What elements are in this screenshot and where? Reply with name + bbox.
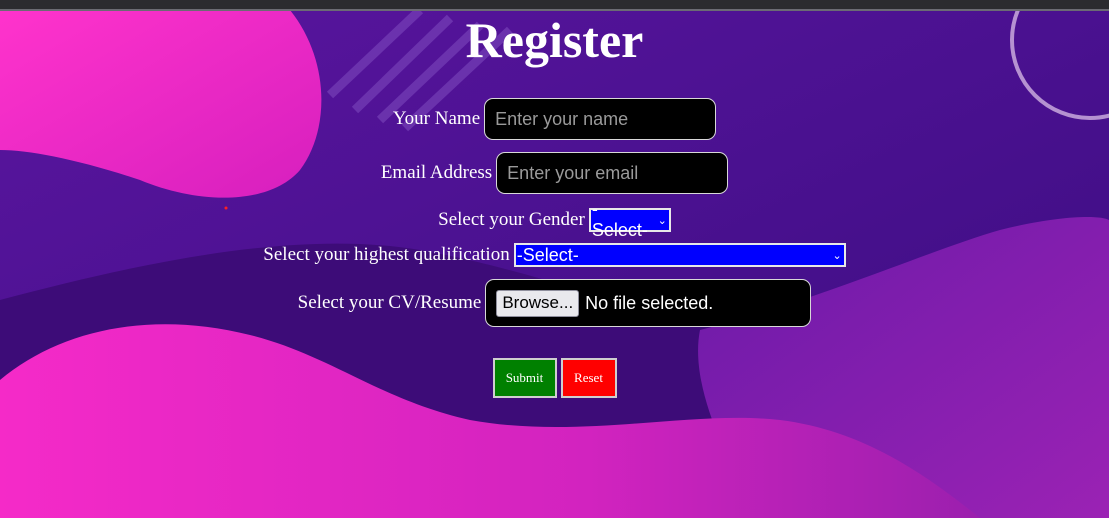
- name-row: Your Name: [0, 98, 1109, 140]
- cv-label: Select your CV/Resume: [297, 292, 482, 313]
- actions-row: Submit Reset: [0, 358, 1109, 398]
- qualification-select[interactable]: -Select- ⌄: [513, 243, 846, 267]
- chevron-down-icon: ⌄: [657, 214, 667, 227]
- reset-button[interactable]: Reset: [560, 358, 617, 398]
- file-status: No file selected.: [585, 292, 714, 313]
- submit-button[interactable]: Submit: [492, 358, 557, 398]
- name-input[interactable]: [484, 98, 717, 140]
- browse-button[interactable]: Browse...: [496, 289, 580, 317]
- qualification-label: Select your highest qualification: [263, 244, 510, 265]
- page-title: Register: [465, 12, 644, 68]
- chevron-down-icon: ⌄: [832, 249, 842, 262]
- qualification-select-value: -Select-: [516, 244, 579, 265]
- email-label: Email Address: [380, 162, 493, 183]
- gender-select[interactable]: -Select- ⌄: [588, 199, 671, 240]
- name-label: Your Name: [392, 108, 481, 129]
- qualification-row: Select your highest qualification -Selec…: [0, 243, 1109, 267]
- register-form: Register Your Name Email Address Select …: [0, 0, 1109, 518]
- cv-row: Select your CV/Resume Browse... No file …: [0, 279, 1109, 327]
- browser-top-bar: [0, 0, 1109, 11]
- email-input[interactable]: [496, 152, 729, 194]
- cv-file-input[interactable]: Browse... No file selected.: [485, 279, 812, 327]
- gender-label: Select your Gender: [438, 209, 585, 230]
- gender-select-value: -Select-: [591, 199, 648, 240]
- email-row: Email Address: [0, 152, 1109, 194]
- gender-row: Select your Gender -Select- ⌄: [0, 199, 1109, 240]
